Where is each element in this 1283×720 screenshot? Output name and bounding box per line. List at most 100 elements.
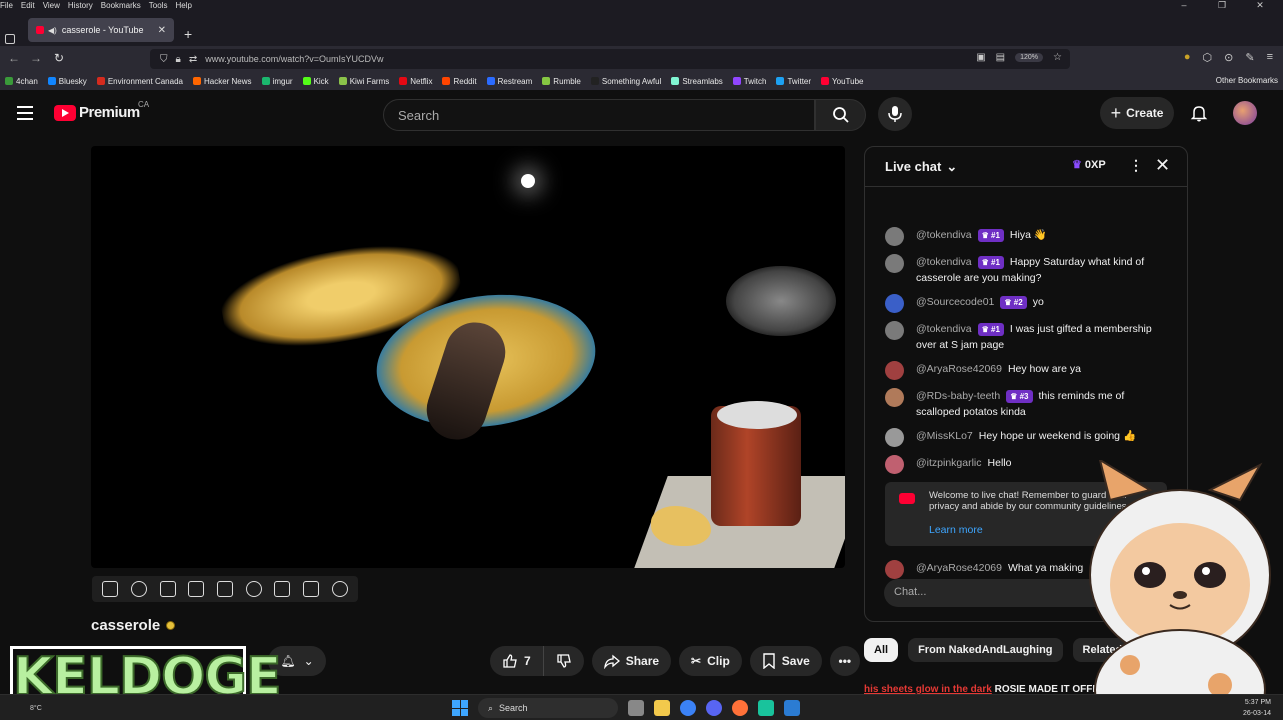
file-explorer-icon[interactable] [654,700,670,716]
firefox-icon[interactable] [732,700,748,716]
menu-edit[interactable]: Edit [21,1,35,10]
bookmark-item[interactable]: Environment Canada [96,77,183,86]
lock-icon[interactable]: 🔒︎ [176,54,181,65]
menu-history[interactable]: History [68,1,93,10]
add-icon[interactable] [274,581,291,597]
extensions-puzzle-icon[interactable]: ⬡ [1203,51,1213,64]
bookmark-item[interactable]: Twitch [732,77,766,86]
zoom-level[interactable]: 120% [1015,53,1044,62]
chat-author[interactable]: @tokendiva [916,323,972,335]
xp-badge[interactable]: ♛ 0XP [1072,158,1106,172]
shield-icon[interactable]: ⛉ [160,54,168,65]
window-close-icon[interactable]: ✕ [1245,0,1275,11]
cinema-icon[interactable] [188,581,205,597]
chat-author[interactable]: @tokendiva [916,256,972,268]
visibility-icon[interactable] [159,581,176,597]
bookmark-item[interactable]: Bluesky [47,77,87,86]
back-icon[interactable]: ← [8,51,20,65]
extension-more-icon[interactable]: ✎ [1245,51,1254,64]
save-button[interactable]: Save [749,646,822,676]
bookmark-item[interactable]: Hacker News [192,77,252,86]
tab-close-icon[interactable]: ✕ [158,25,166,36]
chat-avatar[interactable] [885,294,904,313]
chat-avatar[interactable] [885,560,904,579]
bookmark-item[interactable]: imgur [261,77,293,86]
more-actions-button[interactable]: ••• [829,646,860,676]
chat-author[interactable]: @AryaRose42069 [916,562,1002,574]
screenshot-icon[interactable] [302,581,319,597]
tab-list-icon[interactable] [5,34,15,44]
extension-icon[interactable]: ● [1184,51,1191,64]
discord-icon[interactable] [706,700,722,716]
chat-author[interactable]: @MissKLo7 [916,430,973,442]
chip-1[interactable]: From NakedAndLaughing [908,638,1063,662]
audio-playing-icon[interactable]: ◀) [48,26,57,35]
chat-author[interactable]: @RDs-baby-teeth [916,390,1000,402]
menu-help[interactable]: Help [175,1,191,10]
chat-avatar[interactable] [885,455,904,474]
reload-icon[interactable]: ↻ [54,51,64,65]
chat-message[interactable]: @Sourcecode01 ♛ #2 yo [865,290,1187,317]
weather-widget[interactable]: 8°C [30,705,42,712]
voice-search-button[interactable] [878,97,912,131]
chat-message[interactable]: @AryaRose42069 Hey how are ya [865,357,1187,384]
bookmark-item[interactable]: Kick [302,77,329,86]
guide-menu-icon[interactable] [17,106,33,120]
vpn-icon[interactable]: ⊙ [1224,51,1233,64]
app-icon[interactable] [758,700,774,716]
taskbar-search[interactable]: ⌕ Search [478,698,618,718]
reader-view-icon[interactable]: ▣ [976,52,985,63]
new-tab-icon[interactable]: + [184,26,192,42]
url-bar[interactable]: ⛉ 🔒︎ ⇄ www.youtube.com/watch?v=OumIsYUCD… [150,49,1070,69]
chat-author[interactable]: @tokendiva [916,229,972,241]
chat-message[interactable]: @tokendiva ♛ #1 I was just gifted a member… [865,317,1187,357]
chat-avatar[interactable] [885,388,904,407]
menu-bookmarks[interactable]: Bookmarks [101,1,141,10]
settings-gear-icon[interactable] [331,581,348,597]
menu-tools[interactable]: Tools [149,1,168,10]
live-icon[interactable] [130,581,147,597]
copilot-icon[interactable] [680,700,696,716]
bookmark-item[interactable]: Kiwi Farms [338,77,389,86]
notifications-button[interactable] [1190,104,1208,127]
chat-avatar[interactable] [885,361,904,380]
speed-icon[interactable] [245,581,262,597]
bookmark-item[interactable]: Reddit [442,77,477,86]
popup-player-icon[interactable] [216,581,233,597]
bookmark-item[interactable]: Restream [486,77,532,86]
chat-author[interactable]: @itzpinkgarlic [916,457,982,469]
clock[interactable]: 5:37 PM 26-03-14 [1243,697,1271,719]
create-button[interactable]: + Create [1100,97,1174,129]
more-vertical-icon[interactable]: ⋮ [1129,157,1143,174]
close-icon[interactable]: ✕ [1155,155,1170,176]
chat-message[interactable]: @tokendiva ♛ #1 Hiya 👋 [865,223,1187,250]
account-avatar[interactable] [1233,101,1257,125]
restore-icon[interactable]: ❐ [1207,0,1237,11]
chevron-down-icon[interactable]: ⌄ [946,159,957,175]
chat-avatar[interactable] [885,428,904,447]
other-bookmarks[interactable]: Other Bookmarks [1216,76,1278,85]
bookmark-item[interactable]: YouTube [821,77,863,86]
bookmark-star-icon[interactable]: ☆ [1053,52,1062,63]
video-player[interactable] [91,146,845,568]
menu-file[interactable]: File [0,1,13,10]
youtube-premium-logo[interactable]: Premium CA [54,100,149,121]
search-button[interactable] [815,99,866,131]
chat-avatar[interactable] [885,227,904,246]
word-icon[interactable] [784,700,800,716]
bookmark-item[interactable]: Streamlabs [671,77,723,86]
chat-message[interactable]: @RDs-baby-teeth ♛ #3 this reminds me of sc… [865,384,1187,424]
windows-start-icon[interactable] [452,700,468,716]
clip-button[interactable]: ✂ Clip [679,646,742,676]
permissions-icon[interactable]: ⇄ [189,54,197,65]
minimize-icon[interactable]: – [1169,0,1199,11]
dislike-button[interactable] [543,646,584,676]
app-menu-icon[interactable]: ≡ [1267,51,1273,64]
tab-active[interactable]: ◀) casserole - YouTube ✕ [28,18,174,42]
picture-in-picture-icon[interactable]: ▤ [996,52,1005,63]
task-view-icon[interactable] [628,700,644,716]
bookmark-item[interactable]: Something Awful [590,77,661,86]
live-chat-title[interactable]: Live chat [885,159,941,174]
bookmark-item[interactable]: Rumble [542,77,581,86]
chat-message[interactable]: @MissKLo7 Hey hope ur weekend is going 👍 [865,424,1187,451]
